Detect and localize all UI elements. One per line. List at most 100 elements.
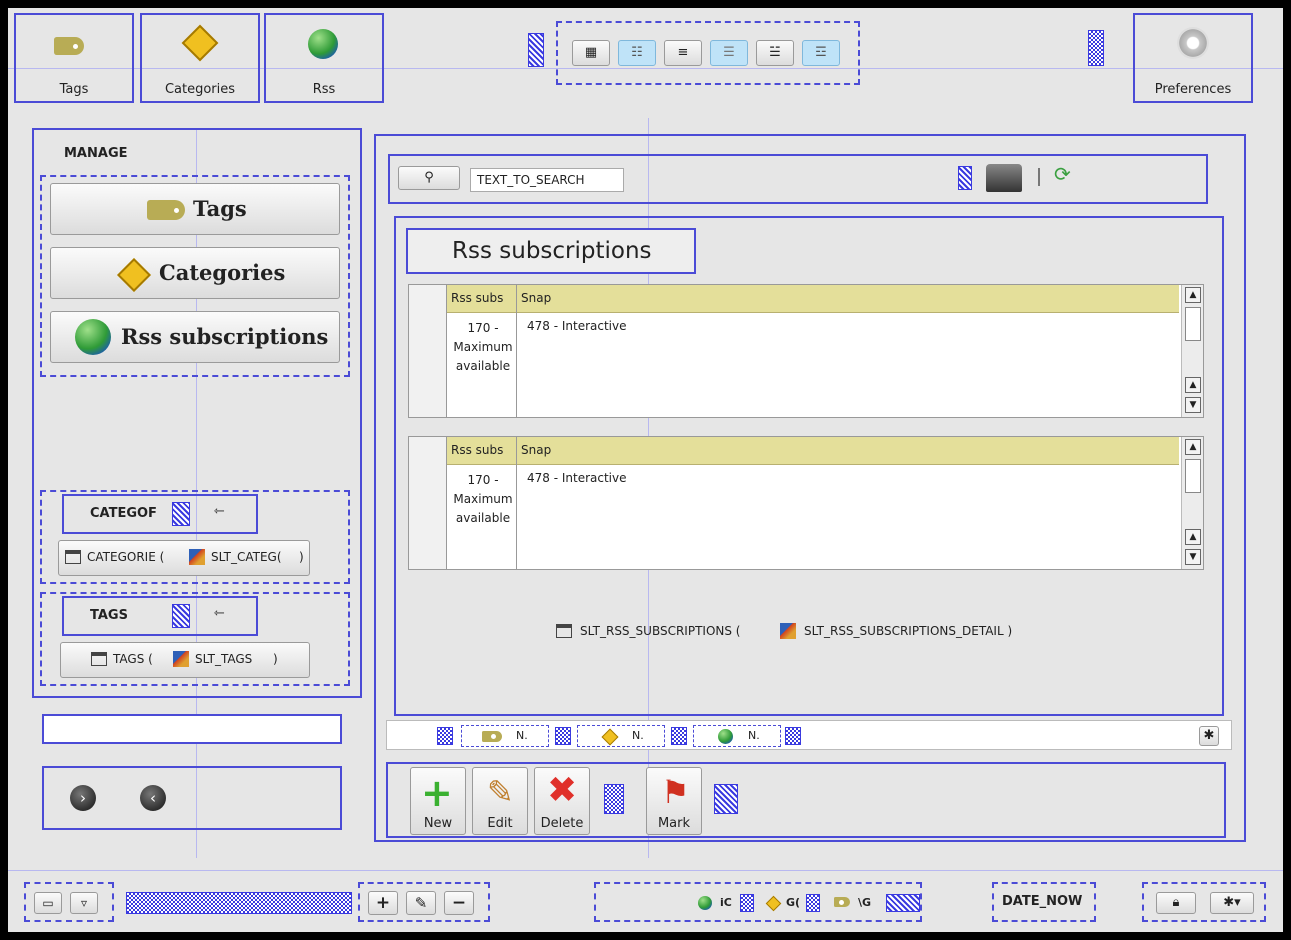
list-form-icon[interactable]: ☱ [756,40,794,66]
manage-heading: MANAGE [64,146,128,161]
column-header-snap[interactable]: Snap [521,291,551,305]
list-lines-icon[interactable]: ≡ [664,40,702,66]
search-bar: ⚲ TEXT_TO_SEARCH ⟳ [388,154,1208,204]
refresh-icon[interactable]: ⟳ [1054,162,1071,186]
separator [1038,168,1040,186]
add-record-button[interactable]: + [368,891,398,915]
search-input[interactable]: TEXT_TO_SEARCH [470,168,624,192]
delete-button[interactable]: ✖ Delete [534,767,590,835]
collapse-arrow-icon[interactable]: ⇽ [214,504,225,519]
list-compact-icon[interactable]: ▦ [572,40,610,66]
gear-icon [1177,27,1209,59]
edit-label: Edit [487,816,513,831]
vertical-scrollbar[interactable]: ▲ ▲ ▼ [1181,437,1203,569]
categories-icon[interactable] [765,895,782,912]
subscriptions-detail-table: Rss subs Snap 170 - Maximum available 47… [408,436,1204,570]
search-icon: ⚲ [424,170,434,185]
settings-gear-icon[interactable]: ✱ [1199,726,1219,746]
categories-toolbar-button[interactable]: Categories [140,13,260,103]
sidebar-rss-button[interactable]: Rss subscriptions [50,311,340,363]
mark-button[interactable]: ⚑ Mark [646,767,702,835]
categories-section: CATEGOF ⇽ CATEGORIE ( SLT_CATEG( ) [40,490,350,584]
scroll-up-icon[interactable]: ▲ [1185,377,1201,393]
image-field-icon [189,549,205,565]
nav-item-rss[interactable]: N. [693,725,781,747]
scroll-down-icon[interactable]: ▼ [1185,397,1201,413]
scroll-up-icon[interactable]: ▲ [1185,439,1201,455]
nav-item-tags[interactable]: N. [461,725,549,747]
preferences-toolbar-button[interactable]: Preferences [1133,13,1253,103]
quick-links-group: iC G( \G [594,882,922,922]
rss-toolbar-label: Rss [312,82,336,97]
lock-icon[interactable]: 🔒︎ [1156,892,1196,914]
column-header-rss[interactable]: Rss subs [451,291,503,305]
print-icon[interactable] [986,164,1022,192]
status-bar: ▭ ▿ + ✎ − iC G( \G DATE_NOW 🔒︎ ✱▾ [8,872,1283,932]
settings-dropdown-icon[interactable]: ✱▾ [1210,892,1254,914]
subscriptions-table: Rss subs Snap 170 - Maximum available 47… [408,284,1204,418]
column-header-snap[interactable]: Snap [521,443,551,457]
sidebar-tags-button[interactable]: Tags [50,183,340,235]
checker-spacer-icon [671,727,687,745]
collapse-arrow-icon[interactable]: ⇽ [214,606,225,621]
column-header-rss[interactable]: Rss subs [451,443,503,457]
checker-spacer-icon [604,784,624,814]
table-cell-rss: 170 - Maximum available [453,473,513,525]
rss-globe-icon[interactable] [698,896,712,910]
action-toolbar: + New ✎ Edit ✖ Delete ⚑ Mark [386,762,1226,838]
nav-item-label: N. [748,729,760,742]
tag-icon [482,731,502,742]
flag-icon: ⚑ [661,773,690,811]
list-tiles-icon[interactable]: ☰ [710,40,748,66]
scroll-thumb[interactable] [1185,459,1201,493]
date-group: DATE_NOW [992,882,1096,922]
nav-item-label: N. [632,729,644,742]
row-selector-column[interactable] [409,437,447,569]
window-dropdown-icon[interactable]: ▿ [70,892,98,914]
scroll-down-icon[interactable]: ▼ [1185,549,1201,565]
row-selector-column[interactable] [409,285,447,417]
categories-section-title: CATEGOF [90,506,157,521]
prev-arrow-icon[interactable]: ‹ [140,785,166,811]
nav-item-categories[interactable]: N. [577,725,665,747]
table-icon [556,624,572,638]
vertical-scrollbar[interactable]: ▲ ▲ ▼ [1181,285,1203,417]
guide-line [8,870,1283,871]
tags-section-header: TAGS ⇽ [62,596,258,636]
formula-detail-text: SLT_RSS_SUBSCRIPTIONS_DETAIL ) [804,624,1013,638]
categories-icon [181,24,219,62]
checker-spacer-icon [555,727,571,745]
scroll-up-icon[interactable]: ▲ [1185,529,1201,545]
rss-toolbar-button[interactable]: Rss [264,13,384,103]
manage-button-group: Tags Categories Rss subscriptions [40,175,350,377]
list-details-icon[interactable]: ☷ [618,40,656,66]
scroll-up-icon[interactable]: ▲ [1185,287,1201,303]
app-window: Tags Categories Rss ▦ ☷ ≡ ☰ ☱ ☲ Preferen… [8,8,1283,932]
scroll-thumb[interactable] [1185,307,1201,341]
tag-icon [147,200,185,220]
tags-toolbar-button[interactable]: Tags [14,13,134,103]
tag-icon[interactable] [834,897,850,907]
search-button[interactable]: ⚲ [398,166,460,190]
list-form-alt-icon[interactable]: ☲ [802,40,840,66]
remove-record-button[interactable]: − [444,891,474,915]
checker-spacer-icon [1088,30,1104,66]
new-label: New [423,816,453,831]
tags-section-title: TAGS [90,608,128,623]
new-button[interactable]: + New [410,767,466,835]
tags-expression-prefix: TAGS ( [113,652,153,666]
preferences-toolbar-label: Preferences [1154,82,1232,97]
sidebar-scroll-field[interactable] [42,714,342,744]
hatched-spacer-icon [886,894,920,912]
window-restore-icon[interactable]: ▭ [34,892,62,914]
tags-expression-suffix: ) [273,652,278,666]
sidebar-categories-label: Categories [159,260,286,285]
edit-button[interactable]: ✎ Edit [472,767,528,835]
table-cell-snap: 478 - Interactive [527,471,627,485]
edit-pencil-icon[interactable]: ✎ [406,891,436,915]
categories-expression: CATEGORIE ( SLT_CATEG( ) [58,540,310,576]
sidebar-categories-button[interactable]: Categories [50,247,340,299]
lock-settings-group: 🔒︎ ✱▾ [1142,882,1266,922]
next-arrow-icon[interactable]: › [70,785,96,811]
categories-icon [117,258,151,292]
